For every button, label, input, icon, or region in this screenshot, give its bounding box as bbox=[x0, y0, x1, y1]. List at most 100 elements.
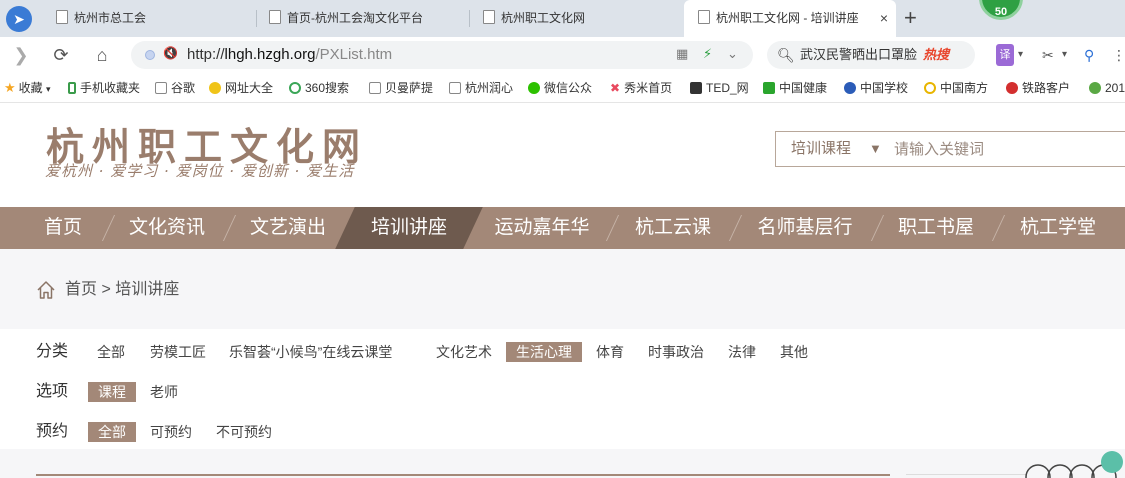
nav-performances[interactable]: 文艺演出 bbox=[240, 207, 336, 249]
bookmark-directory[interactable]: 网址大全 bbox=[209, 73, 273, 103]
tab-hangzhou-union[interactable]: 杭州市总工会 bbox=[56, 0, 256, 37]
health-logo-icon bbox=[763, 82, 775, 94]
page-icon bbox=[56, 10, 68, 24]
tab-label: 杭州职工文化网 bbox=[501, 11, 586, 25]
filter-category-cloud-class[interactable]: 乐智荟“小候鸟”在线云课堂 bbox=[219, 342, 402, 362]
chevron-down-icon[interactable]: ⌄ bbox=[727, 46, 738, 62]
nav-bookstore[interactable]: 职工书屋 bbox=[888, 207, 984, 249]
reload-icon[interactable]: ⟳ bbox=[48, 42, 74, 68]
bookmark-school[interactable]: 中国学校 bbox=[844, 73, 914, 103]
filter-option-teachers[interactable]: 老师 bbox=[140, 382, 188, 402]
floating-chat-icon[interactable] bbox=[1101, 451, 1123, 473]
bookmark-favorites[interactable]: ★ 收藏 ▾ bbox=[4, 73, 51, 103]
nav-divider bbox=[728, 215, 743, 241]
bookmark-label: 微信公众 bbox=[544, 81, 593, 95]
bookmark-mobile[interactable]: 手机收藏夹 bbox=[68, 73, 140, 103]
breadcrumb: 首页 > 培训讲座 bbox=[0, 249, 1125, 329]
address-bar[interactable]: 🔇 http://lhgh.hzgh.org/PXList.htm ▦ ⚡ ⌄ bbox=[131, 41, 753, 69]
bookmark-201[interactable]: 201 bbox=[1089, 73, 1125, 103]
filter-category-model-workers[interactable]: 劳模工匠 bbox=[140, 342, 216, 362]
nav-home[interactable]: 首页 bbox=[28, 207, 98, 249]
bookmark-ted[interactable]: TED_网 bbox=[690, 73, 754, 103]
filter-row-booking: 预约 全部 可预约 不可预约 bbox=[0, 421, 1125, 443]
nav-cloud-courses[interactable]: 杭工云课 bbox=[624, 207, 722, 249]
mute-icon[interactable]: 🔇 bbox=[163, 46, 178, 60]
bookmarks-bar: ★ 收藏 ▾ 手机收藏夹 谷歌 网址大全 360搜索 贝曼萨提 杭州润心 微信公众… bbox=[0, 73, 1125, 103]
scissors-icon[interactable]: ✂ bbox=[1042, 44, 1054, 66]
tab-label: 首页-杭州工会淘文化平台 bbox=[287, 11, 423, 25]
filter-category-law[interactable]: 法律 bbox=[718, 342, 766, 362]
bookmark-wechat[interactable]: 微信公众 bbox=[528, 73, 602, 103]
filter-booking-unavailable[interactable]: 不可预约 bbox=[206, 422, 282, 442]
url-text[interactable]: http://lhgh.hzgh.org/PXList.htm bbox=[187, 41, 392, 69]
nav-divider bbox=[870, 215, 885, 241]
forward-arrow-icon[interactable]: ❯ bbox=[8, 42, 34, 68]
filter-category-sports[interactable]: 体育 bbox=[586, 342, 634, 362]
tab-divider bbox=[469, 10, 470, 27]
filter-category-culture-art[interactable]: 文化艺术 bbox=[426, 342, 502, 362]
site-info-icon[interactable] bbox=[145, 50, 155, 60]
site-search: 培训课程 ▼ bbox=[775, 131, 1125, 167]
bookmark-label: 铁路客户 bbox=[1022, 81, 1071, 95]
bookmark-label: 收藏 bbox=[18, 81, 43, 95]
bookmark-label: TED_网 bbox=[706, 81, 749, 95]
filter-category-other[interactable]: 其他 bbox=[770, 342, 818, 362]
breadcrumb-home[interactable]: 首页 bbox=[65, 281, 97, 298]
breadcrumb-separator: > bbox=[101, 281, 111, 298]
bookmark-label: 谷歌 bbox=[171, 81, 196, 95]
bookmark-360[interactable]: 360搜索 bbox=[289, 73, 349, 103]
nav-culture-news[interactable]: 文化资讯 bbox=[118, 207, 216, 249]
nav-academy[interactable]: 杭工学堂 bbox=[1010, 207, 1106, 249]
notification-badge[interactable]: 50 bbox=[979, 0, 1023, 20]
bookmark-runxin[interactable]: 杭州润心 bbox=[449, 73, 519, 103]
nav-divider bbox=[101, 215, 116, 241]
compass-icon[interactable]: ➤ bbox=[6, 6, 32, 32]
filter-booking-available[interactable]: 可预约 bbox=[140, 422, 202, 442]
nav-teachers-grassroots[interactable]: 名师基层行 bbox=[746, 207, 864, 249]
chevron-down-icon[interactable]: ▾ bbox=[1062, 44, 1067, 66]
wechat-icon bbox=[528, 82, 540, 94]
tab-culture-site[interactable]: 杭州职工文化网 bbox=[483, 0, 678, 37]
bookmark-health[interactable]: 中国健康 bbox=[763, 73, 835, 103]
keyword-input[interactable] bbox=[894, 133, 1124, 165]
home-outline-icon[interactable] bbox=[36, 280, 56, 300]
nav-divider bbox=[991, 215, 1006, 241]
new-tab-button[interactable]: + bbox=[904, 4, 917, 32]
page-icon bbox=[483, 10, 495, 24]
bookmark-google[interactable]: 谷歌 bbox=[155, 73, 195, 103]
tab-culture-platform[interactable]: 首页-杭州工会淘文化平台 bbox=[269, 0, 469, 37]
chevron-down-icon[interactable]: ▾ bbox=[1018, 44, 1023, 66]
bookmark-label: 网址大全 bbox=[225, 81, 274, 95]
tab-label: 杭州职工文化网 - 培训讲座 bbox=[716, 11, 859, 25]
bookmark-beiman[interactable]: 贝曼萨提 bbox=[369, 73, 449, 103]
filter-label-booking: 预约 bbox=[36, 423, 69, 440]
nav-training-lectures[interactable]: 培训讲座 bbox=[335, 207, 483, 249]
filter-booking-all[interactable]: 全部 bbox=[88, 422, 136, 442]
lightning-icon[interactable]: ⚡ bbox=[703, 46, 712, 62]
hot-search-label[interactable]: 热搜 bbox=[923, 41, 949, 69]
web-page: 杭州职工文化网 爱杭州 · 爱学习 · 爱岗位 · 爱创新 · 爱生活 培训课程… bbox=[0, 103, 1125, 478]
close-tab-icon[interactable]: × bbox=[880, 0, 888, 37]
translate-icon[interactable]: 译 bbox=[996, 44, 1014, 66]
nav-sports-carnival[interactable]: 运动嘉年华 bbox=[484, 207, 600, 249]
filter-category-all[interactable]: 全部 bbox=[87, 342, 135, 362]
bookmark-label: 中国学校 bbox=[860, 81, 909, 95]
tab-strip: ➤ 杭州市总工会 首页-杭州工会淘文化平台 杭州职工文化网 杭州职工文化网 - … bbox=[0, 0, 1125, 37]
bookmark-xiumi[interactable]: ✖ 秀米首页 bbox=[610, 73, 680, 103]
home-icon[interactable]: ⌂ bbox=[89, 42, 115, 68]
browser-search-box[interactable]: 🔍︎ 武汉民警晒出口罩脸 热搜 bbox=[767, 41, 975, 69]
magnifier-icon[interactable]: ⚲ bbox=[1084, 44, 1094, 66]
page-icon bbox=[369, 82, 381, 94]
bookmark-railway[interactable]: 铁路客户 bbox=[1006, 73, 1078, 103]
filter-option-courses[interactable]: 课程 bbox=[88, 382, 136, 402]
tab-training-active[interactable]: 杭州职工文化网 - 培训讲座 × bbox=[684, 0, 896, 37]
content-area-top bbox=[0, 449, 1125, 478]
bookmark-south[interactable]: 中国南方 bbox=[924, 73, 994, 103]
dropdown-arrow-icon[interactable]: ▼ bbox=[869, 132, 882, 166]
qr-code-icon[interactable]: ▦ bbox=[676, 46, 688, 62]
filter-category-life-psychology[interactable]: 生活心理 bbox=[506, 342, 582, 362]
filter-label-option: 选项 bbox=[36, 383, 69, 400]
more-icon[interactable]: ⋮ bbox=[1112, 44, 1125, 66]
search-category-select[interactable]: 培训课程 bbox=[791, 132, 851, 166]
filter-category-politics[interactable]: 时事政治 bbox=[638, 342, 714, 362]
